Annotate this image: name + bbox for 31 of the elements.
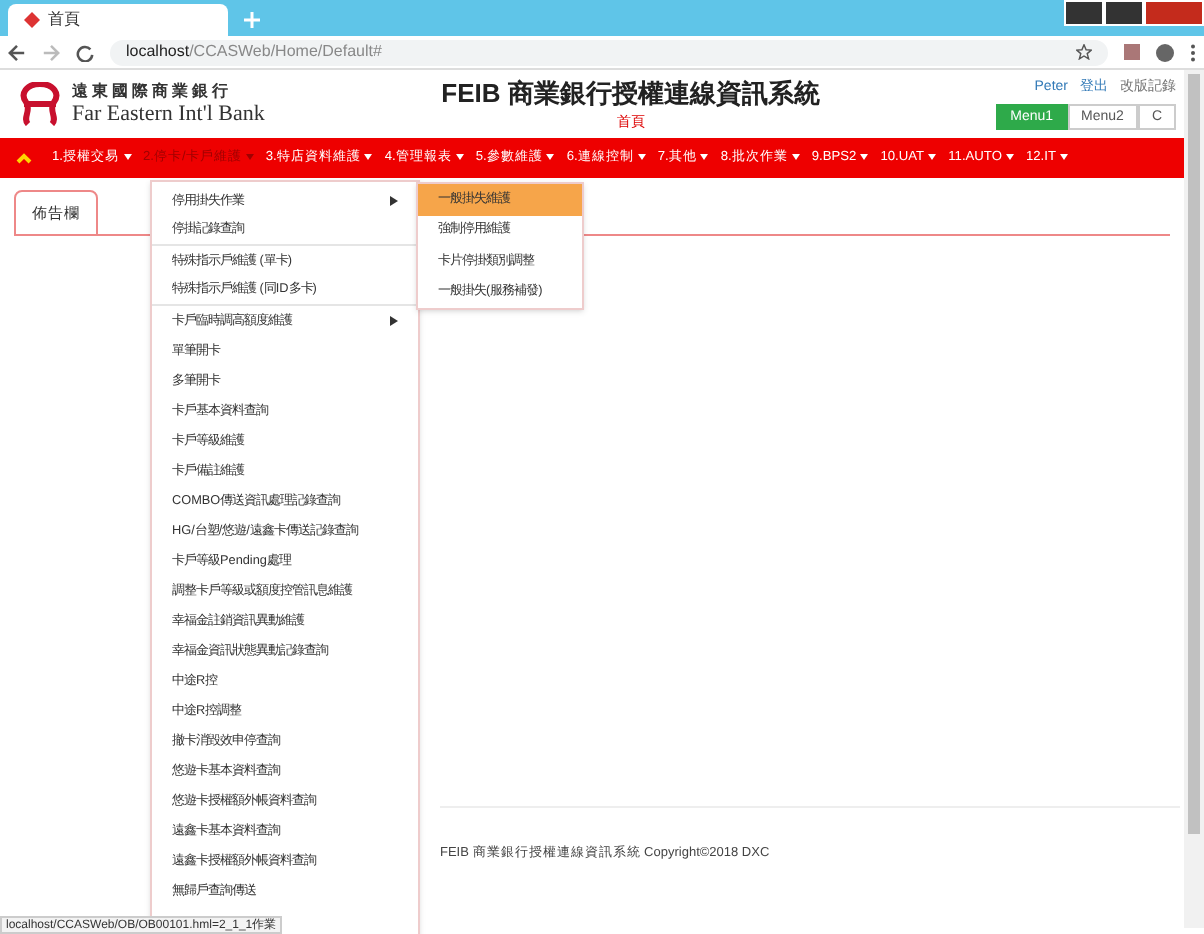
logo-icon (16, 82, 64, 126)
address-bar[interactable]: localhost/CCASWeb/Home/Default# (110, 39, 1108, 65)
back-icon[interactable] (8, 43, 26, 61)
more-icon[interactable] (1190, 43, 1196, 61)
caret-icon (928, 154, 937, 161)
reload-icon[interactable] (76, 43, 94, 61)
submenu-arrow-icon (390, 196, 398, 206)
caret-icon (546, 154, 555, 161)
caret-icon (455, 154, 464, 161)
caret-icon (245, 154, 254, 161)
bank-name: 遠東國際商業銀行 (72, 83, 234, 99)
star-icon[interactable] (1076, 44, 1092, 60)
caret-icon (1005, 154, 1014, 161)
close-button[interactable] (1144, 0, 1204, 26)
tab-title: 首頁 (48, 8, 80, 32)
maximize-button[interactable] (1104, 0, 1144, 26)
bank-name-english: Far Eastern Int'l Bank (72, 103, 265, 125)
caret-icon (123, 154, 131, 161)
home-icon[interactable] (16, 152, 32, 164)
caret-icon (791, 154, 800, 161)
profile-icon[interactable] (1156, 43, 1174, 61)
caret-icon (700, 154, 709, 161)
caret-icon (860, 154, 869, 161)
caret-icon (1060, 154, 1068, 161)
caret-icon (637, 154, 646, 161)
diamond-icon (24, 12, 40, 28)
caret-icon (364, 154, 373, 161)
submenu-arrow-icon (390, 316, 398, 326)
system-title: FEIB 商業銀行授權連線資訊系統 (441, 76, 820, 112)
minimize-button[interactable] (1064, 0, 1104, 26)
browser-tab[interactable]: 首頁 (8, 4, 228, 36)
